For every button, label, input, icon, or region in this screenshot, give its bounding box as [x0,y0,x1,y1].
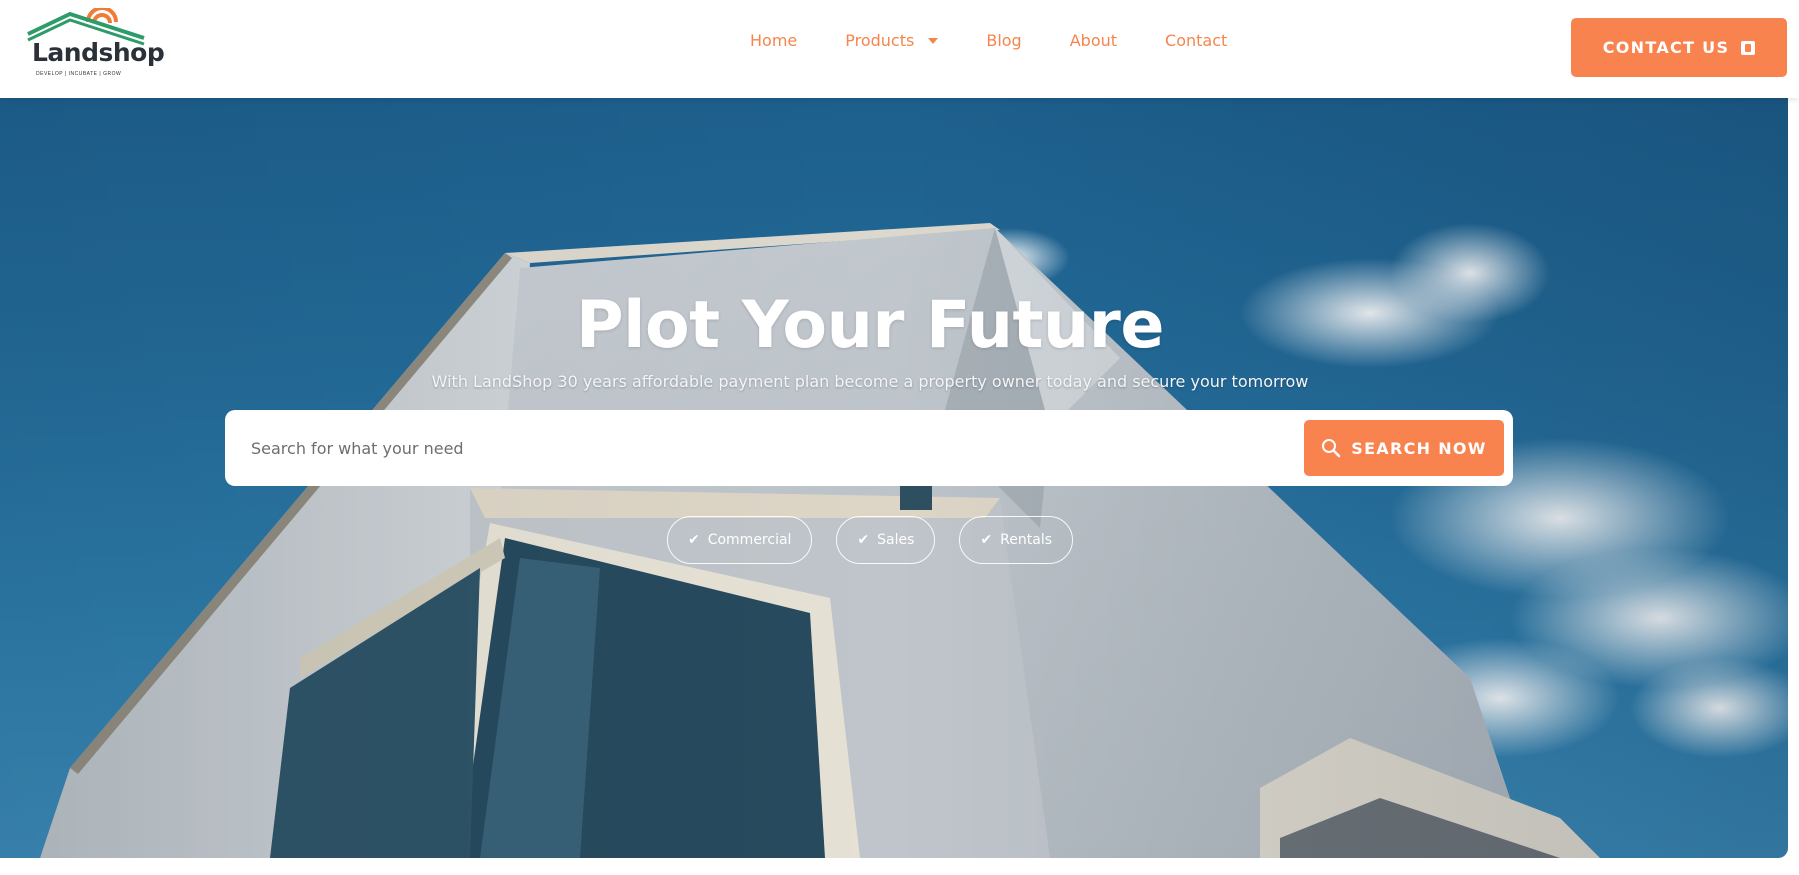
filter-chip-commercial[interactable]: ✔ Commercial [666,516,813,564]
filter-chip-label: Commercial [707,532,792,548]
logo-wordmark: Landshop [32,38,165,67]
nav-item-home[interactable]: Home [750,31,797,50]
search-bar: SEARCH NOW [225,410,1513,486]
search-now-button[interactable]: SEARCH NOW [1304,420,1504,476]
contact-us-label: CONTACT US [1602,38,1730,57]
nav-item-contact[interactable]: Contact [1165,31,1227,50]
caret-down-icon [928,37,939,44]
filter-chip-label: Sales [877,532,915,548]
logo-tagline: DEVELOP | INCUBATE | GROW [36,71,122,77]
nav-item-products[interactable]: Products [845,31,939,50]
search-icon [1322,439,1341,458]
site-header: Landshop DEVELOP | INCUBATE | GROW Home … [0,0,1799,98]
nav-item-about[interactable]: About [1070,31,1117,50]
filter-chip-rentals[interactable]: ✔ Rentals [959,516,1074,564]
contact-us-button[interactable]: CONTACT US [1571,18,1787,77]
landshop-logo[interactable]: Landshop DEVELOP | INCUBATE | GROW [26,8,165,77]
nav-item-label: Blog [986,31,1022,50]
hero-subtitle: With LandShop 30 years affordable paymen… [431,372,1309,391]
phone-icon [1741,40,1756,55]
filter-chip-sales[interactable]: ✔ Sales [836,516,936,564]
check-icon: ✔ [857,532,870,548]
nav-item-label: About [1069,31,1118,50]
check-icon: ✔ [980,532,993,548]
search-now-label: SEARCH NOW [1351,438,1487,458]
nav-item-label: Contact [1165,31,1228,50]
filter-chip-label: Rentals [1000,532,1053,548]
filter-chips: ✔ Commercial ✔ Sales ✔ Rentals [0,516,1740,564]
nav-item-label: Products [845,31,915,50]
nav-item-label: Home [750,31,798,50]
hero-title: Plot Your Future [576,288,1164,363]
main-nav: Home Products Blog About Contact [750,31,1275,50]
nav-item-blog[interactable]: Blog [986,31,1021,50]
search-input[interactable] [249,434,1249,462]
check-icon: ✔ [687,532,700,548]
hero-section: Plot Your Future With LandShop 30 years … [0,98,1788,858]
